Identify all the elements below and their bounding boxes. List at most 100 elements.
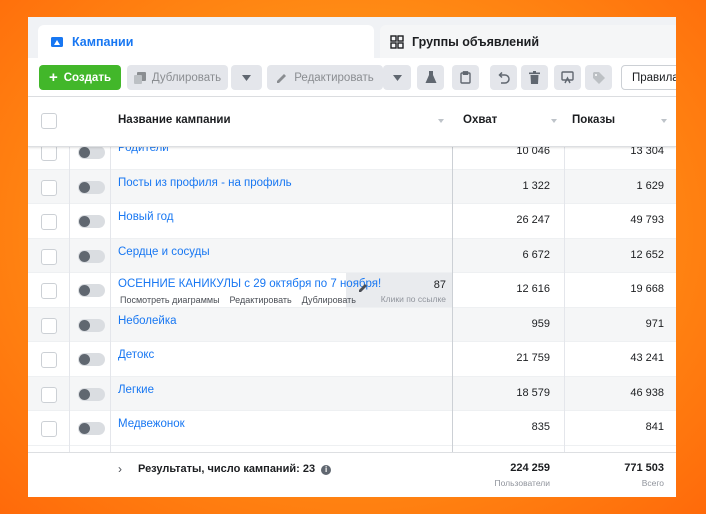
flask-icon [425,71,437,84]
row-checkbox[interactable] [41,179,57,196]
campaign-toggle[interactable] [78,353,105,366]
campaigns-table: Название кампании Охват Показы Родители 1… [28,96,676,497]
table-header: Название кампании Охват Показы [28,97,676,147]
row-checkbox[interactable] [41,352,57,368]
reach-cell: 6 672 [522,248,550,261]
campaign-toggle[interactable] [78,422,105,435]
sort-icon[interactable] [551,119,557,123]
info-icon[interactable]: i [321,465,332,475]
impressions-cell: 971 [645,317,664,330]
tab-adsets[interactable]: Группы объявлений [380,25,676,58]
row-checkbox[interactable] [41,145,57,161]
campaign-name-link[interactable]: ОСЕННИЕ КАНИКУЛЫ с 29 октября по 7 ноябр… [118,278,381,290]
duplicate-button-label: Дублировать [151,71,222,84]
row-duplicate-link[interactable]: Дублировать [302,295,356,305]
undo-icon [497,71,510,84]
results-summary-label: Результаты, число кампаний: 23 [138,463,316,475]
reach-cell: 12 616 [516,283,550,295]
impressions-cell: 841 [645,421,664,433]
campaign-name-link[interactable]: Детокс [118,349,154,361]
campaign-toggle[interactable] [78,180,105,194]
campaign-toggle[interactable] [78,284,105,297]
impressions-cell: 1 629 [636,179,664,192]
table-row[interactable]: 87 Клики по ссылке ОСЕННИЕ КАНИКУЛЫ с 29 о… [28,273,676,308]
table-row[interactable]: Неболейка 959 971 [28,307,676,342]
row-checkbox[interactable] [41,214,57,230]
campaign-toggle[interactable] [78,387,105,401]
tag-icon [592,71,605,84]
sort-icon[interactable] [438,119,444,123]
clipboard-button[interactable] [452,65,479,90]
table-body: Родители 10 046 13 304 Посты из профиля - н… [28,142,676,452]
column-divider [564,97,565,497]
column-header-name[interactable]: Название кампании [118,114,231,126]
impressions-cell: 46 938 [630,386,664,399]
campaign-name-link[interactable]: Посты из профиля - на профиль [118,177,292,189]
reach-total: 224 259 [510,462,550,474]
campaign-name-link[interactable]: Неболейка [118,315,177,327]
reach-total-unit: Пользователи [494,478,550,488]
campaign-toggle[interactable] [78,249,105,263]
row-edit-link[interactable]: Редактировать [230,295,292,305]
impressions-total: 771 503 [624,462,664,474]
reach-cell: 18 579 [516,386,550,399]
campaign-name-link[interactable]: Новый год [118,211,174,223]
select-all-checkbox[interactable] [41,113,57,129]
duplicate-button[interactable]: Дублировать [127,65,228,90]
reach-cell: 835 [531,421,550,433]
tag-button[interactable] [585,65,612,90]
campaign-name-link[interactable]: Медвежонок [118,418,185,430]
campaign-toggle[interactable] [78,215,105,228]
trash-icon [529,71,540,84]
chevron-right-icon[interactable]: › [118,462,122,476]
row-checkbox[interactable] [41,421,57,437]
sort-icon[interactable] [661,119,667,123]
plus-icon: + [48,69,58,86]
column-header-impressions[interactable]: Показы [572,114,615,126]
ab-test-button[interactable] [417,65,444,90]
edit-button[interactable]: Редактировать [267,65,383,90]
link-clicks-value: 87 [433,279,446,291]
campaign-name-link[interactable]: Сердце и сосуды [118,246,210,258]
row-checkbox[interactable] [41,248,57,265]
row-checkbox[interactable] [41,386,57,403]
rules-button-label: Правила [632,71,676,84]
tab-campaigns[interactable]: Кампании [38,25,374,58]
table-row[interactable]: Новый год 26 247 49 793 [28,204,676,239]
create-button[interactable]: + Создать [39,65,121,90]
duplicate-dropdown-button[interactable] [231,65,262,90]
rule-icon [561,71,574,84]
table-row[interactable]: Медвежонок 835 841 [28,411,676,446]
row-checkbox[interactable] [41,283,57,299]
column-divider [110,97,111,497]
table-row[interactable]: Посты из профиля - на профиль 1 322 1 629 [28,169,676,204]
undo-button[interactable] [490,65,517,90]
reach-cell: 1 322 [522,179,550,192]
row-hover-actions: Посмотреть диаграммы Редактировать Дублиро… [120,295,366,305]
row-checkbox[interactable] [41,317,57,334]
caret-down-icon [242,74,251,81]
folder-icon [50,35,64,49]
campaign-toggle[interactable] [78,318,105,332]
campaign-toggle[interactable] [78,146,105,159]
caret-down-icon [392,74,402,81]
create-rule-button[interactable] [554,65,581,90]
table-row[interactable]: Легкие 18 579 46 938 [28,376,676,411]
reach-cell: 959 [531,317,550,330]
clipboard-icon [460,71,471,84]
impressions-cell: 49 793 [630,214,664,226]
results-footer: › Результаты, число кампаний: 23 i 224 2… [28,452,676,497]
delete-button[interactable] [521,65,548,90]
campaign-name-link[interactable]: Легкие [118,384,154,396]
column-divider [452,97,453,497]
table-row[interactable]: Сердце и сосуды 6 672 12 652 [28,238,676,273]
impressions-cell: 12 652 [630,248,664,261]
edit-dropdown-button[interactable] [383,65,411,90]
column-header-reach[interactable]: Охват [463,114,497,126]
table-row[interactable]: Детокс 21 759 43 241 [28,342,676,377]
edit-button-label: Редактировать [294,71,374,84]
rules-button[interactable]: Правила [621,65,676,90]
ads-manager-window: Кампании Группы объявлений + Создать Дуб… [28,17,676,497]
view-charts-link[interactable]: Посмотреть диаграммы [120,295,220,305]
grid-icon [390,34,404,49]
